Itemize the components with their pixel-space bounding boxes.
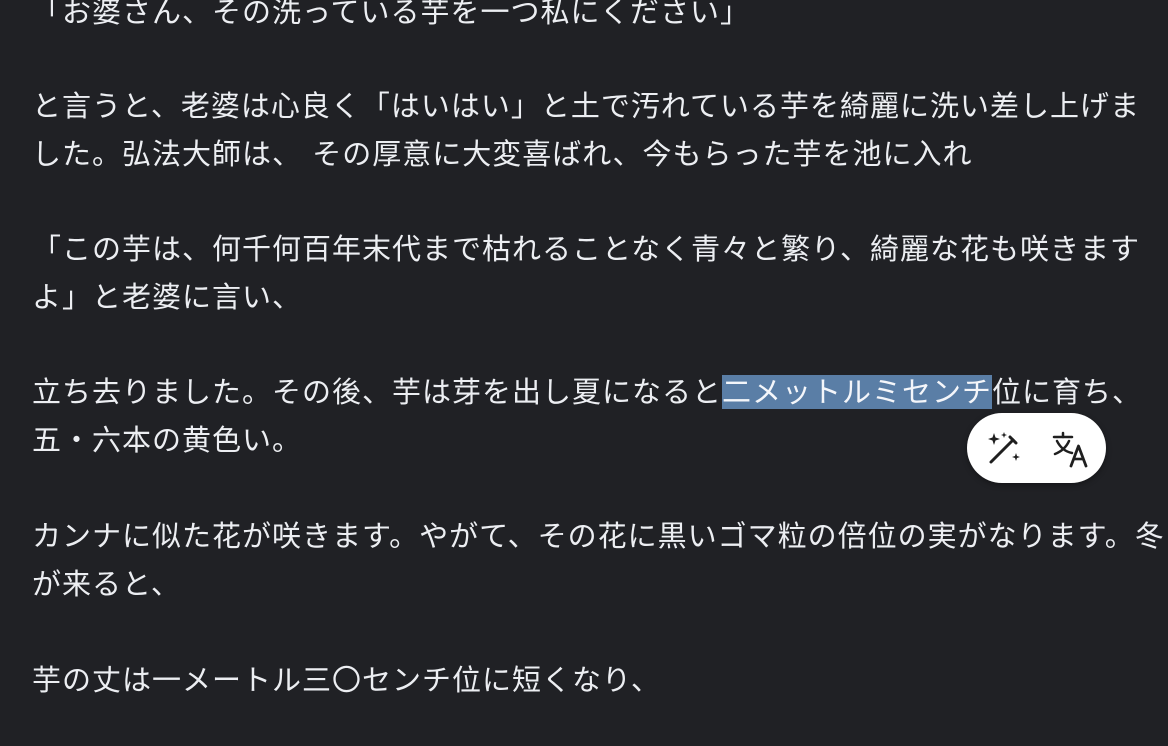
magic-wand-icon [984, 429, 1024, 469]
text-line: 芋の丈は一メートル三〇センチ位に短くなり、 [32, 663, 661, 697]
translate-icon [1050, 429, 1090, 469]
text-line: よ」と老婆に言い、 [32, 280, 303, 314]
translate-button[interactable] [1047, 426, 1093, 472]
text-line: と言うと、老婆は心良く「はいはい」と土で汚れている芋を綺麗に洗い差し上げま [32, 89, 1140, 123]
text-line: した。弘法大師は、 その厚意に大変喜ばれ、今もらった芋を池に入れ [32, 137, 973, 171]
text-line-with-selection: 立ち去りました。その後、芋は芽を出し夏になると二メットルミセンチ位に育ち、 [32, 372, 1142, 412]
reader-text-area: 「お婆さん、その洗っている芋を一つ私にください」 と言うと、老婆は心良く「はいは… [32, 0, 1164, 746]
magic-edit-button[interactable] [981, 426, 1027, 472]
text-line: が来ると、 [32, 567, 181, 601]
text-before-selection: 立ち去りました。その後、芋は芽を出し夏になると [32, 375, 723, 409]
selection-popup [967, 413, 1106, 483]
text-after-selection: 位に育ち、 [992, 375, 1143, 409]
selected-text[interactable]: 二メットルミセンチ [722, 375, 993, 409]
text-line: 「お婆さん、その洗っている芋を一つ私にください」 [32, 0, 750, 29]
text-line: 五・六本の黄色い。 [32, 423, 303, 457]
text-line: 「この芋は、何千何百年末代まで枯れることなく青々と繁り、綺麗な花も咲きます [32, 232, 1140, 266]
text-line: カンナに似た花が咲きます。やがて、その花に黒いゴマ粒の倍位の実がなります。冬 [32, 519, 1165, 553]
